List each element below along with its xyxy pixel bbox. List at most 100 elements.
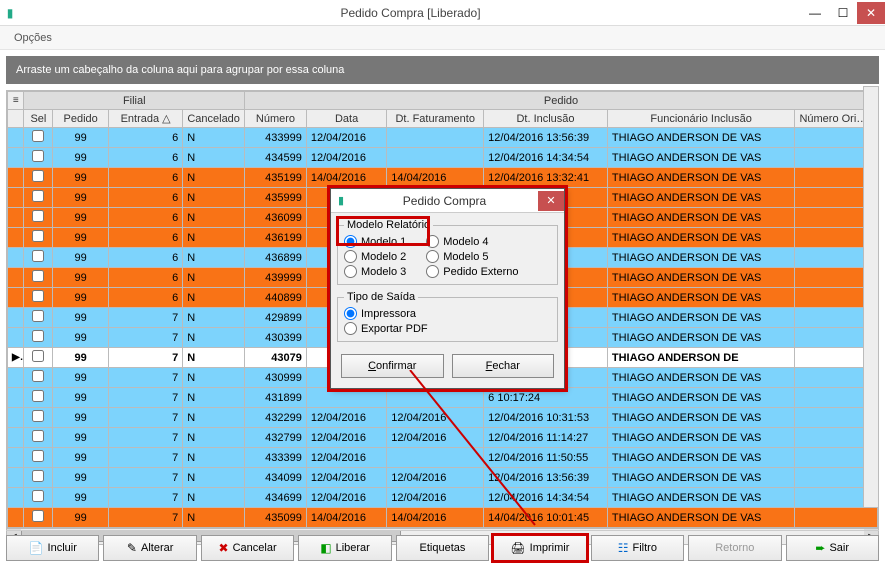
- cell-sel[interactable]: [24, 448, 53, 468]
- col-dt-faturamento[interactable]: Dt. Faturamento: [387, 110, 484, 128]
- cell-dt-faturamento: 12/04/2016: [387, 428, 484, 448]
- cell-numero: 440899: [245, 288, 307, 308]
- vertical-scrollbar[interactable]: [863, 86, 879, 508]
- cell-sel[interactable]: [24, 428, 53, 448]
- table-row[interactable]: 996N43459912/04/201612/04/2016 14:34:54T…: [8, 148, 878, 168]
- dialog-close-button-2[interactable]: Fechar: [452, 354, 555, 378]
- close-button[interactable]: ✕: [857, 2, 885, 24]
- cell-sel[interactable]: [24, 468, 53, 488]
- table-row[interactable]: 997N43509914/04/201614/04/201614/04/2016…: [8, 508, 878, 528]
- tipo-saida-group: Tipo de Saída Impressora Exportar PDF: [337, 291, 558, 342]
- radio-modelo-5[interactable]: Modelo 5: [426, 250, 518, 263]
- cell-sel[interactable]: [24, 208, 53, 228]
- col-group-pedido[interactable]: Pedido: [245, 92, 878, 110]
- cell-dt-inclusao: 6 10:17:24: [484, 388, 608, 408]
- table-row[interactable]: 997N43469912/04/201612/04/201612/04/2016…: [8, 488, 878, 508]
- radio-pedido-externo[interactable]: Pedido Externo: [426, 265, 518, 278]
- cell-funcionario: THIAGO ANDERSON DE VAS: [607, 128, 795, 148]
- cell-sel[interactable]: [24, 388, 53, 408]
- col-numero[interactable]: Número: [245, 110, 307, 128]
- filtro-button[interactable]: ☷Filtro: [591, 535, 684, 561]
- cell-sel[interactable]: [24, 408, 53, 428]
- cell-entrada: 6: [109, 268, 183, 288]
- cell-dt-faturamento: 12/04/2016: [387, 488, 484, 508]
- radio-modelo-2[interactable]: Modelo 2: [344, 250, 406, 263]
- cell-sel[interactable]: [24, 308, 53, 328]
- menubar: Opções: [0, 26, 885, 50]
- radio-modelo-4[interactable]: Modelo 4: [426, 235, 518, 248]
- row-indicator: [8, 468, 24, 488]
- group-by-bar[interactable]: Arraste um cabeçalho da coluna aqui para…: [6, 56, 879, 84]
- col-sel[interactable]: Sel: [24, 110, 53, 128]
- cell-dt-inclusao: 12/04/2016 11:50:55: [484, 448, 608, 468]
- col-pedido[interactable]: Pedido: [53, 110, 109, 128]
- cell-funcionario: THIAGO ANDERSON DE VAS: [607, 228, 795, 248]
- cell-funcionario: THIAGO ANDERSON DE VAS: [607, 408, 795, 428]
- table-row[interactable]: 997N4318996 10:17:24THIAGO ANDERSON DE V…: [8, 388, 878, 408]
- cell-entrada: 6: [109, 208, 183, 228]
- col-group-filial[interactable]: Filial: [24, 92, 245, 110]
- radio-exportar-pdf[interactable]: Exportar PDF: [344, 322, 551, 335]
- incluir-button[interactable]: 📄Incluir: [6, 535, 99, 561]
- radio-modelo-1[interactable]: Modelo 1: [344, 235, 406, 248]
- alterar-button[interactable]: ✎Alterar: [103, 535, 196, 561]
- sair-button[interactable]: ➨Sair: [786, 535, 879, 561]
- cell-dt-inclusao: 14/04/2016 10:01:45: [484, 508, 608, 528]
- cell-pedido: 99: [53, 248, 109, 268]
- dialog-confirm-button[interactable]: Confirmar: [341, 354, 444, 378]
- cancelar-button[interactable]: ✖Cancelar: [201, 535, 294, 561]
- cell-sel[interactable]: [24, 148, 53, 168]
- table-row[interactable]: 997N43229912/04/201612/04/201612/04/2016…: [8, 408, 878, 428]
- modelo-relatorio-legend: Modelo Relatório: [344, 219, 433, 231]
- cell-funcionario: THIAGO ANDERSON DE VAS: [607, 388, 795, 408]
- cell-funcionario: THIAGO ANDERSON DE VAS: [607, 308, 795, 328]
- cell-data: 14/04/2016: [306, 508, 386, 528]
- cell-pedido: 99: [53, 428, 109, 448]
- radio-impressora[interactable]: Impressora: [344, 307, 551, 320]
- cell-numero: 434699: [245, 488, 307, 508]
- table-row[interactable]: 996N43519914/04/201614/04/201612/04/2016…: [8, 168, 878, 188]
- row-indicator: [8, 288, 24, 308]
- col-dt-inclusao[interactable]: Dt. Inclusão: [484, 110, 608, 128]
- retorno-button[interactable]: Retorno: [688, 535, 781, 561]
- col-data[interactable]: Data: [306, 110, 386, 128]
- table-row[interactable]: 997N43279912/04/201612/04/201612/04/2016…: [8, 428, 878, 448]
- row-indicator: [8, 308, 24, 328]
- row-indicator: [8, 408, 24, 428]
- radio-modelo-3[interactable]: Modelo 3: [344, 265, 406, 278]
- cell-sel[interactable]: [24, 488, 53, 508]
- col-funcionario-inclusao[interactable]: Funcionário Inclusão: [607, 110, 795, 128]
- cell-sel[interactable]: [24, 288, 53, 308]
- cell-numero: 436199: [245, 228, 307, 248]
- cell-entrada: 7: [109, 488, 183, 508]
- cell-pedido: 99: [53, 188, 109, 208]
- cell-numero: 439999: [245, 268, 307, 288]
- col-entrada[interactable]: Entrada △: [109, 110, 183, 128]
- cell-sel[interactable]: [24, 348, 53, 368]
- table-row[interactable]: 996N43399912/04/201612/04/2016 13:56:39T…: [8, 128, 878, 148]
- menu-options[interactable]: Opções: [8, 29, 58, 47]
- imprimir-button[interactable]: 🖨Imprimir: [493, 535, 586, 561]
- dialog-close-button[interactable]: ✕: [538, 191, 564, 211]
- table-row[interactable]: 997N43339912/04/201612/04/2016 11:50:55T…: [8, 448, 878, 468]
- cell-sel[interactable]: [24, 228, 53, 248]
- col-cancelado[interactable]: Cancelado: [183, 110, 245, 128]
- cell-sel[interactable]: [24, 168, 53, 188]
- cell-cancelado: N: [183, 288, 245, 308]
- etiquetas-button[interactable]: Etiquetas: [396, 535, 489, 561]
- cell-funcionario: THIAGO ANDERSON DE VAS: [607, 488, 795, 508]
- cell-sel[interactable]: [24, 268, 53, 288]
- liberar-button[interactable]: ◧Liberar: [298, 535, 391, 561]
- cell-sel[interactable]: [24, 128, 53, 148]
- cell-num-original: [795, 508, 878, 528]
- cell-numero: 434099: [245, 468, 307, 488]
- minimize-button[interactable]: —: [801, 2, 829, 24]
- cell-sel[interactable]: [24, 188, 53, 208]
- cell-sel[interactable]: [24, 368, 53, 388]
- cell-sel[interactable]: [24, 248, 53, 268]
- cell-sel[interactable]: [24, 328, 53, 348]
- cell-cancelado: N: [183, 168, 245, 188]
- cell-sel[interactable]: [24, 508, 53, 528]
- table-row[interactable]: 997N43409912/04/201612/04/201612/04/2016…: [8, 468, 878, 488]
- maximize-button[interactable]: ☐: [829, 2, 857, 24]
